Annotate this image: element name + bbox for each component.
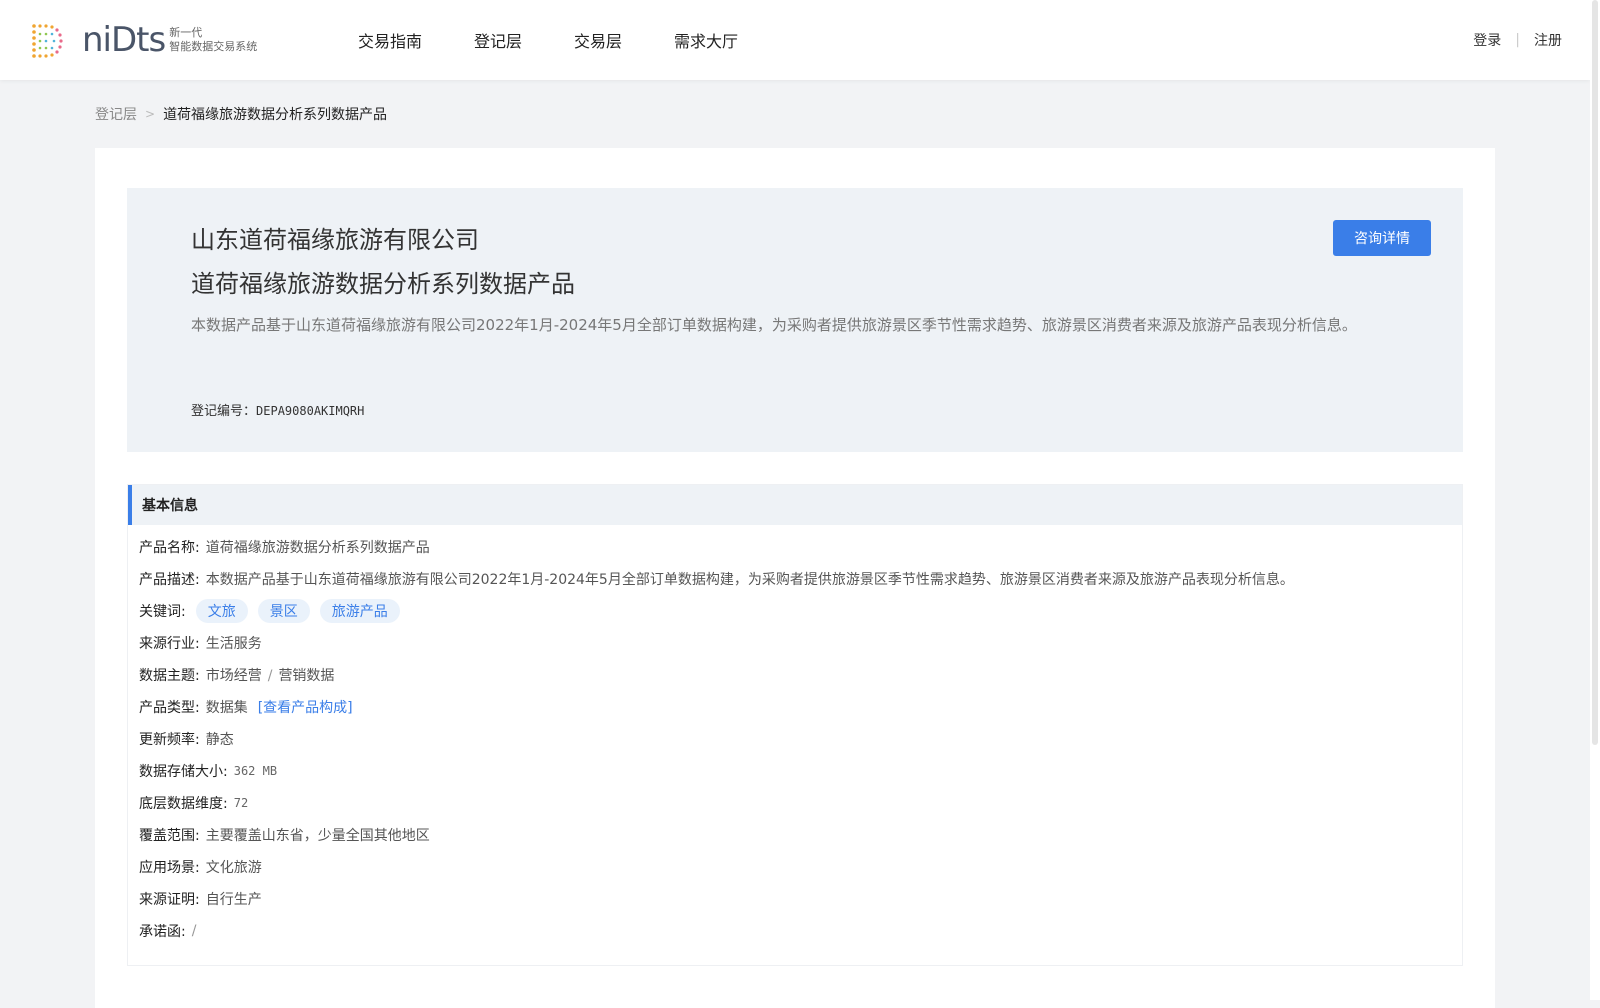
page-scrollbar[interactable] <box>1590 0 1600 1000</box>
logo-subtitle-line2: 智能数据交易系统 <box>169 40 258 53</box>
info-value: 道荷福缘旅游数据分析系列数据产品 <box>205 540 430 556</box>
breadcrumb: 登记层 > 道荷福缘旅游数据分析系列数据产品 <box>95 104 387 124</box>
info-value: 生活服务 <box>205 636 262 652</box>
info-label: 来源行业: <box>139 636 200 652</box>
logo-dots-icon <box>32 24 63 58</box>
nav-demand-hall[interactable]: 需求大厅 <box>674 28 738 52</box>
breadcrumb-current: 道荷福缘旅游数据分析系列数据产品 <box>163 107 388 123</box>
registration-number: 登记编号：DEPA9080AKIMQRH <box>191 400 364 419</box>
consult-details-button[interactable]: 咨询详情 <box>1333 220 1431 256</box>
register-link[interactable]: 注册 <box>1534 30 1562 50</box>
info-value: 文化旅游 <box>205 860 262 876</box>
breadcrumb-parent[interactable]: 登记层 <box>95 104 137 124</box>
info-value: 自行生产 <box>205 892 262 908</box>
nav-registration-layer[interactable]: 登记层 <box>474 28 522 52</box>
nav-trading-layer[interactable]: 交易层 <box>574 28 622 52</box>
logo-subtitle: 新一代 智能数据交易系统 <box>169 26 257 54</box>
info-label: 更新频率: <box>139 732 200 748</box>
info-row-industry: 来源行业: 生活服务 <box>139 627 1462 659</box>
theme-sub: 营销数据 <box>278 668 335 684</box>
info-label: 应用场景: <box>139 860 200 876</box>
registration-label: 登记编号： <box>191 404 257 419</box>
info-value: 362 MB <box>233 764 278 778</box>
logo-wordmark: niDts <box>82 20 166 60</box>
info-value: 本数据产品基于山东道荷福缘旅游有限公司2022年1月-2024年5月全部订单数据… <box>205 572 1294 588</box>
info-label: 产品描述: <box>139 572 200 588</box>
chevron-right-icon: > <box>145 107 156 121</box>
info-value: 数据集 <box>205 700 248 716</box>
auth-separator: | <box>1515 32 1520 48</box>
top-header: niDts 新一代 智能数据交易系统 交易指南 登记层 交易层 需求大厅 登录 … <box>0 0 1590 80</box>
info-value: / <box>191 923 197 939</box>
info-row-scenario: 应用场景: 文化旅游 <box>139 851 1462 883</box>
main-nav: 交易指南 登记层 交易层 需求大厅 <box>358 0 790 80</box>
info-value: 静态 <box>205 732 234 748</box>
nav-trading-guide[interactable]: 交易指南 <box>358 28 422 52</box>
info-row-size: 数据存储大小: 362 MB <box>139 755 1462 787</box>
keyword-tag[interactable]: 景区 <box>257 599 310 623</box>
basic-info-section: 基本信息 产品名称: 道荷福缘旅游数据分析系列数据产品 产品描述: 本数据产品基… <box>127 484 1463 966</box>
info-list: 产品名称: 道荷福缘旅游数据分析系列数据产品 产品描述: 本数据产品基于山东道荷… <box>128 525 1462 947</box>
theme-main: 市场经营 <box>205 668 262 684</box>
product-hero: 山东道荷福缘旅游有限公司 道荷福缘旅游数据分析系列数据产品 本数据产品基于山东道… <box>127 188 1463 452</box>
info-row-coverage: 覆盖范围: 主要覆盖山东省，少量全国其他地区 <box>139 819 1462 851</box>
product-detail-card: 山东道荷福缘旅游有限公司 道荷福缘旅游数据分析系列数据产品 本数据产品基于山东道… <box>95 148 1495 1008</box>
info-row-promise: 承诺函: / <box>139 915 1462 947</box>
info-row-product-desc: 产品描述: 本数据产品基于山东道荷福缘旅游有限公司2022年1月-2024年5月… <box>139 563 1462 595</box>
info-row-theme: 数据主题: 市场经营 / 营销数据 <box>139 659 1462 691</box>
keyword-tag[interactable]: 文旅 <box>195 599 248 623</box>
view-composition-link[interactable]: [查看产品构成] <box>258 697 353 717</box>
info-label: 产品类型: <box>139 700 200 716</box>
product-summary: 本数据产品基于山东道荷福缘旅游有限公司2022年1月-2024年5月全部订单数据… <box>191 316 1357 334</box>
site-logo[interactable]: niDts 新一代 智能数据交易系统 <box>28 20 257 60</box>
info-value: 市场经营 / 营销数据 <box>206 665 335 685</box>
theme-separator: / <box>267 668 273 684</box>
info-row-dimensions: 底层数据维度: 72 <box>139 787 1462 819</box>
company-name: 山东道荷福缘旅游有限公司 <box>191 226 479 254</box>
product-title: 道荷福缘旅游数据分析系列数据产品 <box>191 270 575 298</box>
logo-subtitle-line1: 新一代 <box>169 26 203 39</box>
info-row-type: 产品类型: 数据集 [查看产品构成] <box>139 691 1462 723</box>
info-row-proof: 来源证明: 自行生产 <box>139 883 1462 915</box>
info-value: 主要覆盖山东省，少量全国其他地区 <box>205 828 430 844</box>
info-label: 覆盖范围: <box>139 828 200 844</box>
info-label: 底层数据维度: <box>139 796 228 812</box>
info-value: 72 <box>233 796 249 810</box>
keyword-tag[interactable]: 旅游产品 <box>319 599 400 623</box>
scrollbar-thumb[interactable] <box>1592 0 1598 745</box>
info-label: 数据存储大小: <box>139 764 228 780</box>
info-label: 数据主题: <box>139 668 200 684</box>
registration-code: DEPA9080AKIMQRH <box>256 404 365 418</box>
login-link[interactable]: 登录 <box>1473 30 1501 50</box>
info-label: 来源证明: <box>139 892 200 908</box>
info-label: 关键词: <box>139 604 186 620</box>
auth-links: 登录 | 注册 <box>1473 0 1562 80</box>
info-row-frequency: 更新频率: 静态 <box>139 723 1462 755</box>
info-row-keywords: 关键词: 文旅 景区 旅游产品 <box>139 595 1462 627</box>
section-title: 基本信息 <box>128 485 1462 525</box>
info-row-product-name: 产品名称: 道荷福缘旅游数据分析系列数据产品 <box>139 531 1462 563</box>
info-label: 产品名称: <box>139 540 200 556</box>
info-label: 承诺函: <box>139 924 186 940</box>
